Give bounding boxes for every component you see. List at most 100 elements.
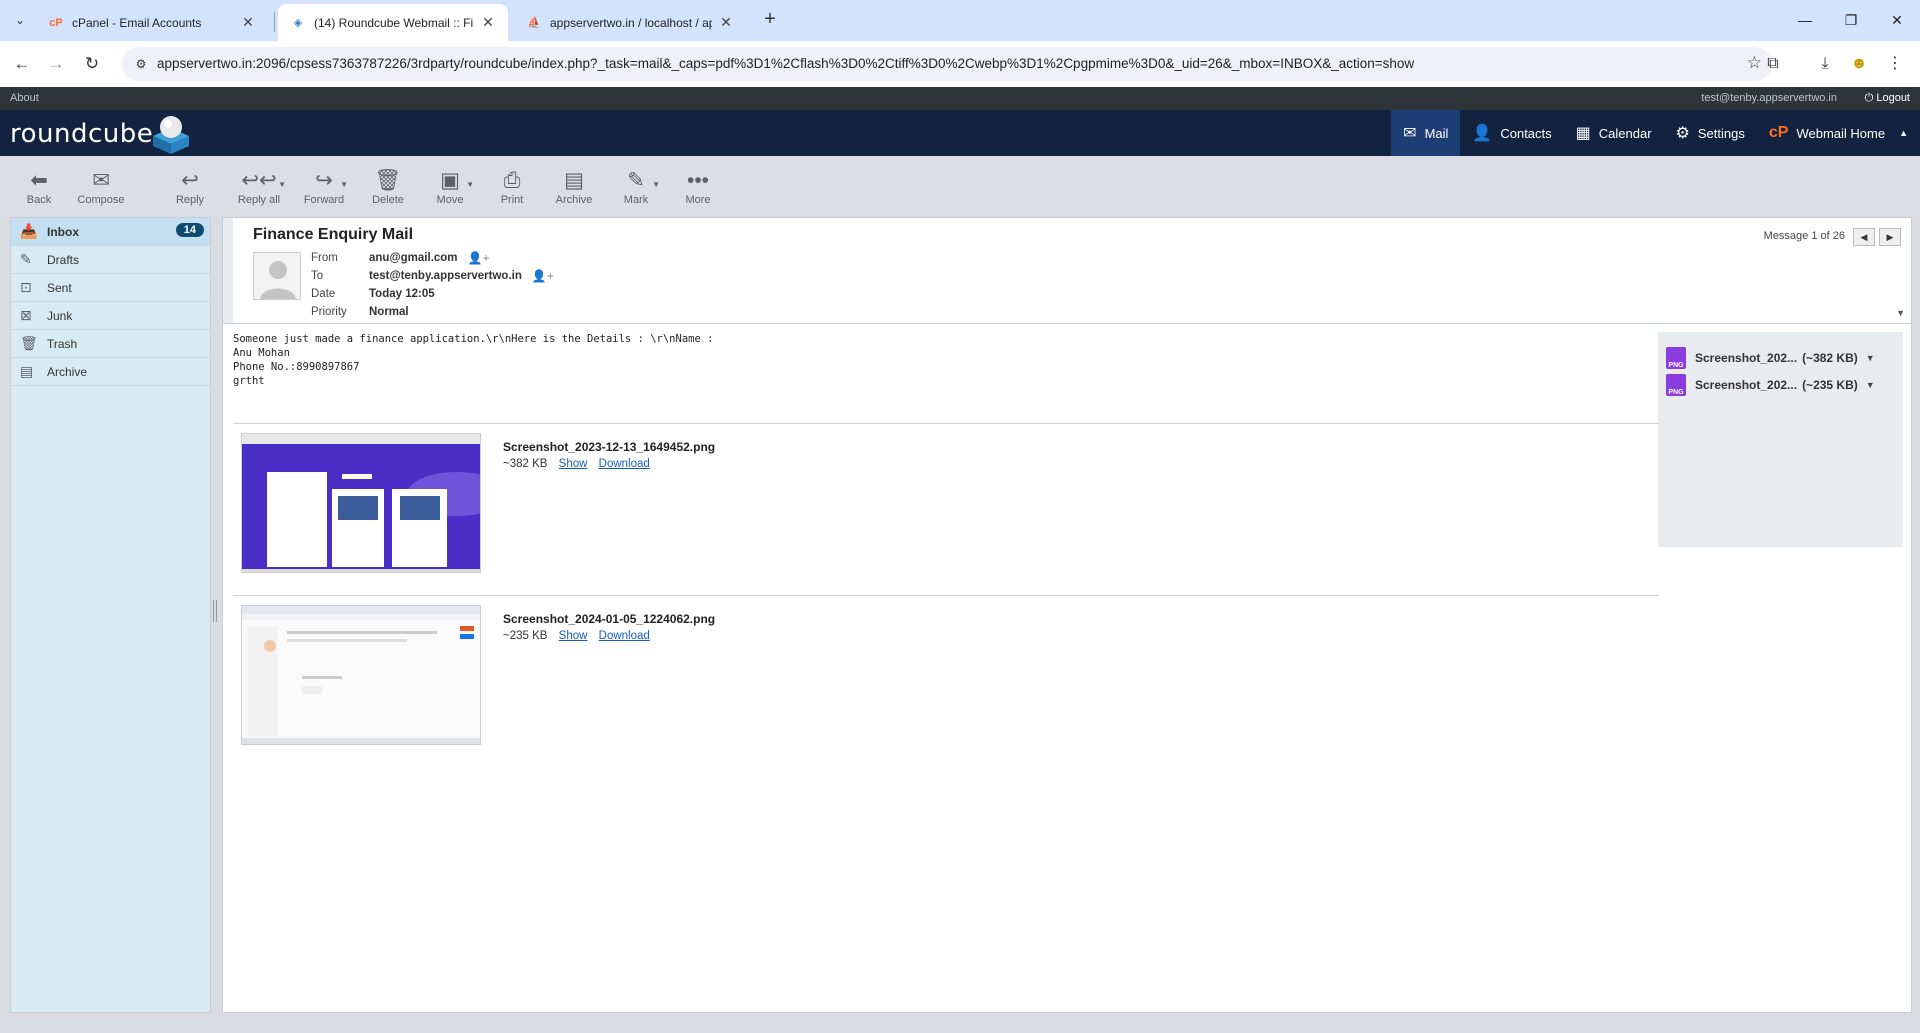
attachment-item[interactable]: PNG Screenshot_202... (~235 KB) ▼	[1658, 371, 1903, 398]
window-close-button[interactable]: ✕	[1882, 8, 1912, 32]
folder-inbox[interactable]: 📥 Inbox 14	[11, 218, 210, 246]
extensions-icon[interactable]: ⧉	[1762, 53, 1784, 75]
reload-icon[interactable]: ↻	[80, 52, 104, 76]
mark-button[interactable]: ✎ Mark ▼	[610, 168, 662, 214]
back-arrow-icon: ⬅	[30, 169, 48, 192]
roundcube-icon: ◈	[293, 17, 303, 29]
forward-arrow-icon[interactable]: →	[44, 52, 68, 76]
chevron-down-icon[interactable]: ▼	[1866, 353, 1875, 363]
nav-label: Calendar	[1598, 125, 1652, 141]
sender-avatar	[253, 252, 301, 300]
tab-cpanel[interactable]: cP cPanel - Email Accounts ✕	[36, 4, 268, 41]
attachment-size: (~235 KB)	[1802, 377, 1858, 392]
attachment-meta: ~235 KB Show Download	[503, 630, 715, 642]
nav-webmail-home[interactable]: cP Webmail Home ▲	[1757, 110, 1920, 156]
print-button[interactable]: ⎙ Print	[486, 168, 538, 214]
cpanel-icon: cP	[49, 16, 63, 29]
show-link[interactable]: Show	[559, 630, 588, 642]
folder-sent[interactable]: ⊡ Sent	[11, 274, 210, 302]
calendar-icon: ▦	[1575, 125, 1591, 142]
archive-icon: ▤	[20, 363, 34, 379]
compose-button[interactable]: ✉ Compose	[75, 168, 127, 214]
header-edge	[223, 218, 233, 323]
add-contact-icon[interactable]: 👤+	[468, 251, 490, 265]
folder-drafts[interactable]: ✎ Drafts	[11, 246, 210, 274]
forward-button[interactable]: ↪ Forward ▼	[298, 168, 350, 214]
to-label: To	[311, 270, 324, 282]
print-label: Print	[500, 194, 524, 206]
restore-button[interactable]: ❐	[1836, 8, 1866, 32]
site-info-icon[interactable]: ⚙	[132, 55, 150, 73]
profile-avatar-icon[interactable]: ☻	[1848, 53, 1870, 75]
attachment-thumbnail[interactable]	[241, 605, 481, 745]
archive-icon: ▤	[564, 169, 584, 192]
roundcube-logo[interactable]: roundcube	[10, 114, 191, 154]
new-tab-button[interactable]: +	[758, 8, 782, 32]
about-link[interactable]: About	[10, 92, 39, 104]
download-link[interactable]: Download	[599, 630, 650, 642]
logout-label: Logout	[1876, 92, 1910, 104]
reply-button[interactable]: ↩ Reply	[164, 168, 216, 214]
folder-junk[interactable]: ⊠ Junk	[11, 302, 210, 330]
chevron-down-icon[interactable]: ▼	[340, 180, 348, 189]
delete-label: Delete	[372, 194, 404, 206]
tab-search-icon[interactable]: ⌄	[8, 8, 32, 32]
previous-message-button[interactable]: ◀	[1853, 228, 1875, 246]
move-button[interactable]: ▣ Move ▼	[424, 168, 476, 214]
folder-archive[interactable]: ▤ Archive	[11, 358, 210, 386]
from-row: From anu@gmail.com 👤+	[311, 249, 554, 267]
close-icon[interactable]: ✕	[718, 14, 734, 31]
chevron-up-icon[interactable]: ▲	[1899, 128, 1908, 138]
archive-button[interactable]: ▤ Archive	[548, 168, 600, 214]
close-icon[interactable]: ✕	[240, 14, 256, 31]
nav-settings[interactable]: ⚙ Settings	[1664, 110, 1757, 156]
close-icon[interactable]: ✕	[480, 14, 496, 31]
tab-title: cPanel - Email Accounts	[72, 15, 202, 30]
delete-button[interactable]: 🗑 Delete	[362, 168, 414, 214]
chevron-down-icon[interactable]: ▼	[652, 180, 660, 189]
logout-link[interactable]: ⏻ Logout	[1865, 92, 1910, 105]
nav-contacts[interactable]: 👤 Contacts	[1460, 110, 1563, 156]
move-label: Move	[436, 194, 464, 206]
roundcube-topline: About test@tenby.appservertwo.in ⏻ Logou…	[0, 87, 1920, 110]
chevron-down-icon[interactable]: ▼	[466, 180, 474, 189]
mark-label: Mark	[623, 194, 649, 206]
tab-roundcube[interactable]: ◈ (14) Roundcube Webmail :: Fina ✕	[278, 4, 508, 41]
attachment-size: ~382 KB	[503, 458, 548, 470]
nav-calendar[interactable]: ▦ Calendar	[1564, 110, 1664, 156]
next-message-button[interactable]: ▶	[1879, 228, 1901, 246]
attachment-list: PNG Screenshot_202... (~382 KB) ▼ PNG Sc…	[1658, 332, 1903, 547]
attachment-item[interactable]: PNG Screenshot_202... (~382 KB) ▼	[1658, 344, 1903, 371]
tab-phpmyadmin[interactable]: ⛵ appservertwo.in / localhost / ap ✕	[514, 4, 746, 41]
toggle-headers-icon[interactable]: ▼	[1896, 308, 1905, 318]
more-button[interactable]: ••• More	[672, 168, 724, 214]
back-button[interactable]: ⬅ Back	[13, 168, 65, 214]
url-text[interactable]: appservertwo.in:2096/cpsess7363787226/3r…	[157, 56, 1414, 71]
reply-all-button[interactable]: ↩↩ Reply all ▼	[230, 168, 288, 214]
download-icon[interactable]: ⤓	[1814, 53, 1836, 75]
address-bar[interactable]: ⚙ appservertwo.in:2096/cpsess7363787226/…	[122, 47, 1772, 81]
screenshot-thumbnail-image	[242, 606, 480, 744]
attachment-thumbnail[interactable]	[241, 433, 481, 573]
from-address[interactable]: anu@gmail.com	[369, 252, 458, 264]
roundcube-box-icon	[153, 116, 190, 154]
pane-splitter[interactable]	[213, 600, 217, 622]
nav-mail[interactable]: ✉ Mail	[1391, 110, 1461, 156]
print-icon: ⎙	[503, 169, 521, 192]
minimize-button[interactable]: —	[1790, 8, 1820, 32]
mail-toolbar: ⬅ Back ✉ Compose ↩ Reply ↩↩ Reply all ▼ …	[0, 156, 1920, 216]
compose-icon: ✉	[92, 169, 110, 192]
cpanel-icon: cP	[1768, 124, 1789, 141]
back-arrow-icon[interactable]: ←	[10, 52, 34, 76]
bookmark-star-icon[interactable]: ☆	[1747, 53, 1762, 73]
download-link[interactable]: Download	[599, 458, 650, 470]
header-fields: From anu@gmail.com 👤+ To test@tenby.apps…	[311, 249, 554, 321]
add-contact-icon[interactable]: 👤+	[532, 269, 554, 283]
bottom-strip	[0, 1013, 1920, 1033]
browser-menu-icon[interactable]: ⋮	[1884, 53, 1906, 75]
folder-trash[interactable]: 🗑 Trash	[11, 330, 210, 358]
show-link[interactable]: Show	[559, 458, 588, 470]
chevron-down-icon[interactable]: ▼	[1866, 380, 1875, 390]
to-address[interactable]: test@tenby.appservertwo.in	[369, 270, 522, 282]
chevron-down-icon[interactable]: ▼	[278, 180, 286, 189]
